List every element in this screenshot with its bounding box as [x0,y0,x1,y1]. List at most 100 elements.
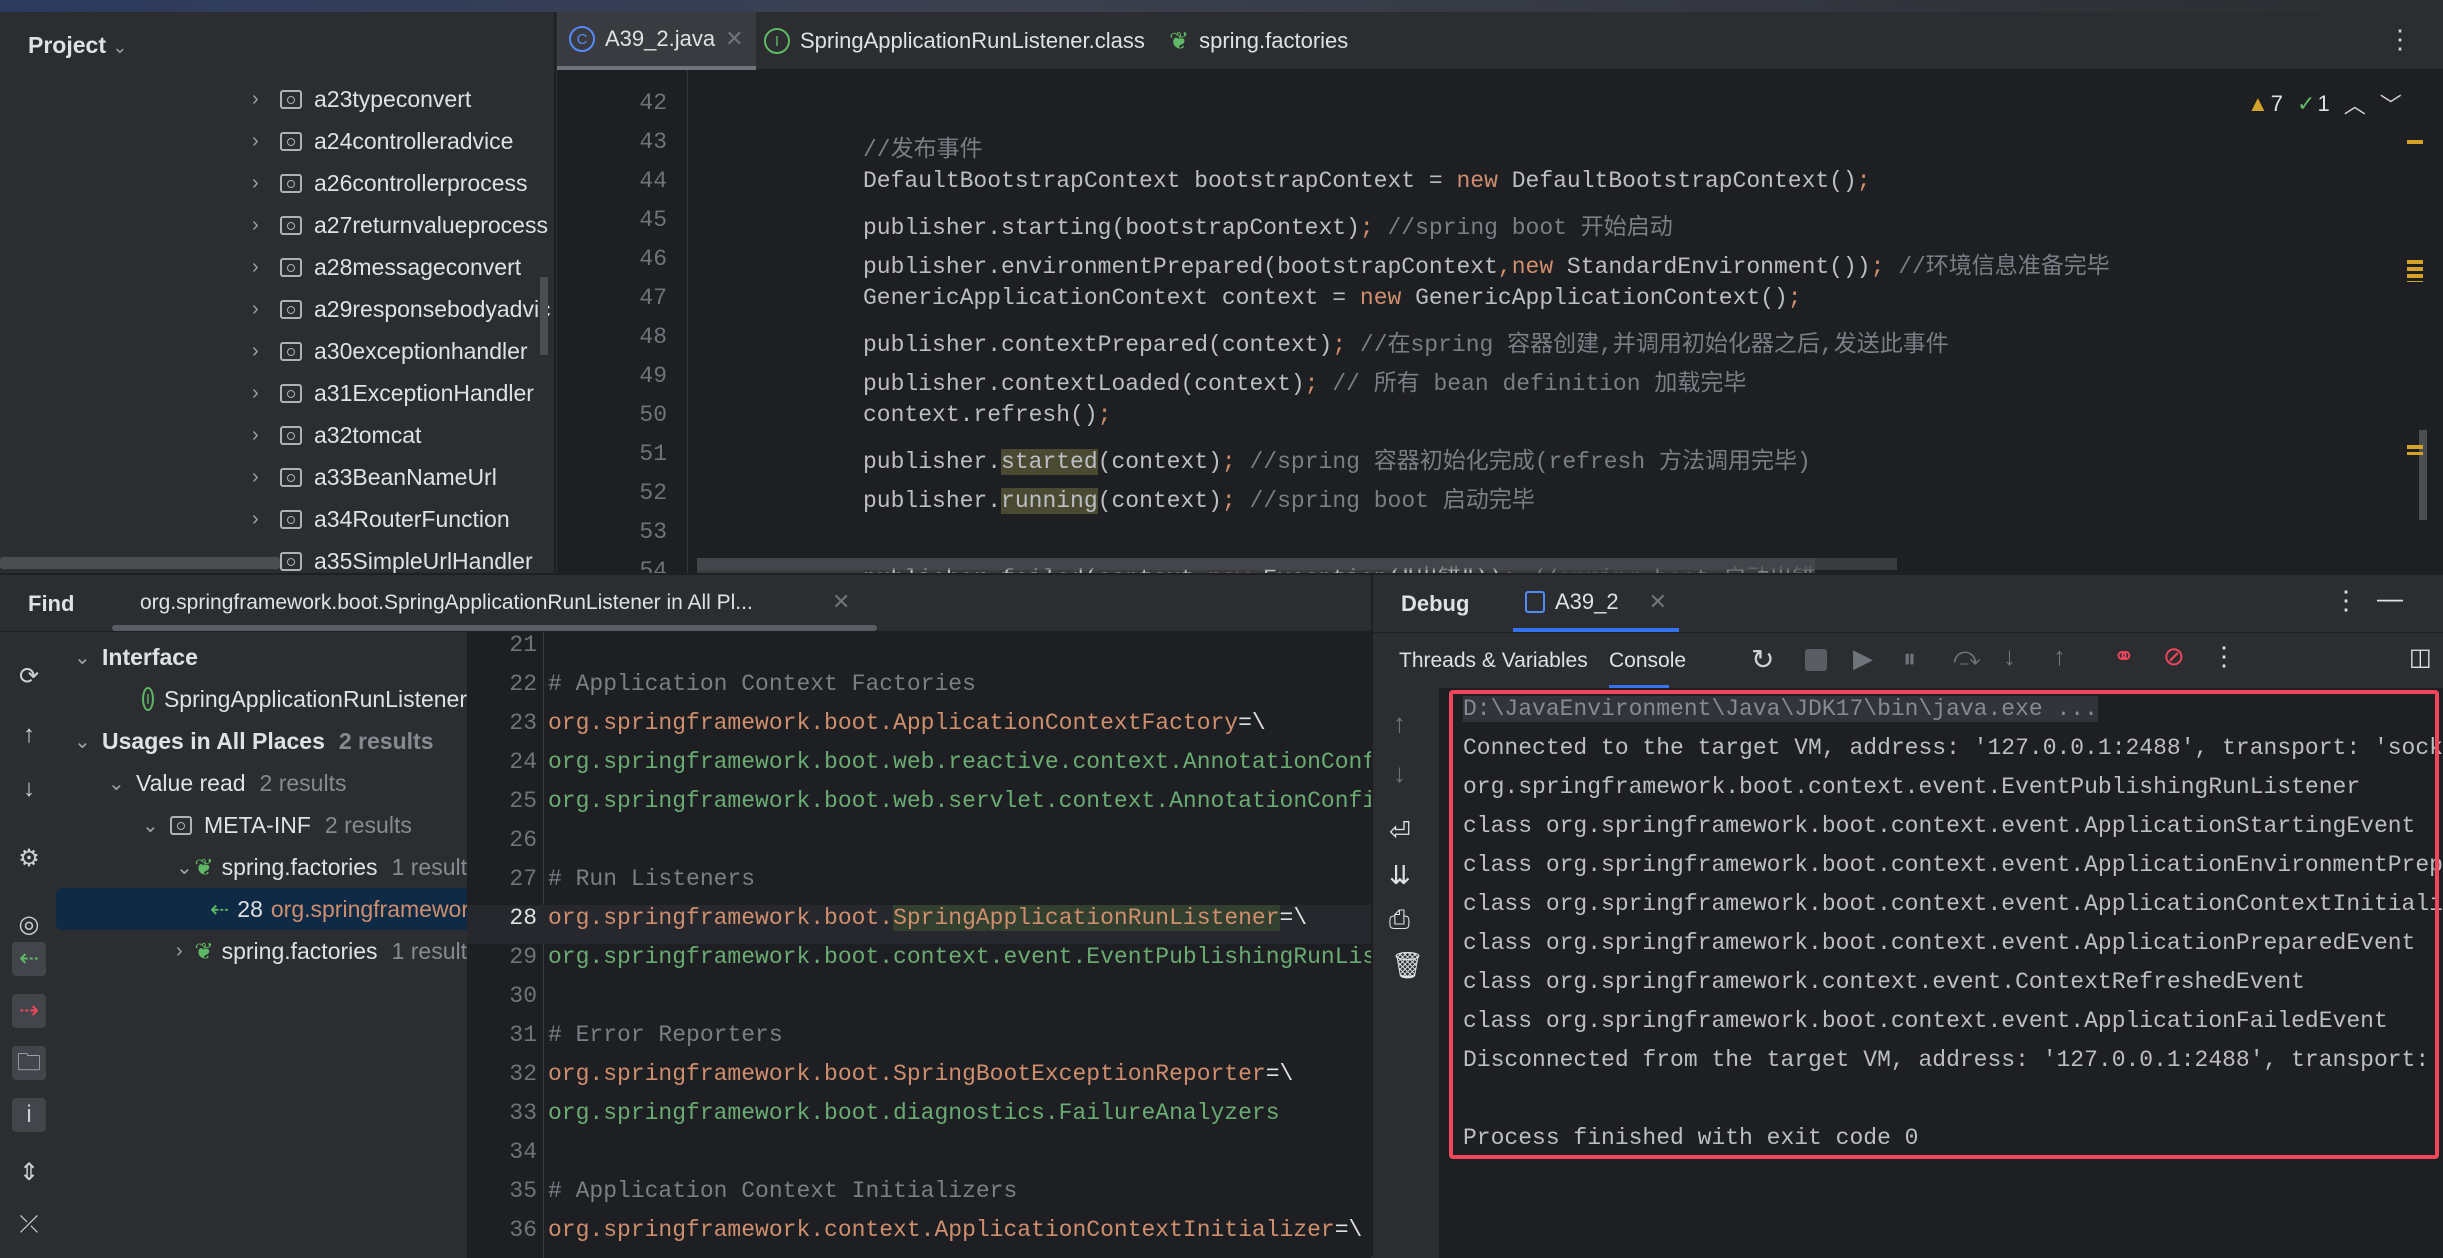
find-tree-item[interactable]: ⌄ META-INF 2 results [142,804,467,846]
chevron-down-icon[interactable]: ⌄ [176,855,194,880]
tree-item[interactable]: › a28messageconvert [252,246,521,288]
line-number: 42 [639,90,667,116]
tree-item[interactable]: › a29responsebodyadvic [252,288,551,330]
project-vscrollbar[interactable] [540,277,548,355]
find-tree-item[interactable]: ⌄ Interface [74,636,467,678]
collapse-all-icon[interactable]: ⤫ [12,1208,46,1242]
step-over-icon[interactable]: ⤼ [1953,641,1981,673]
tree-item[interactable]: › a32tomcat [252,414,421,456]
editor-scrollbar[interactable] [2419,430,2427,520]
find-tree-item[interactable]: › ❦ spring.factories 1 result [176,930,467,972]
next-highlight-icon[interactable]: ﹀ [2380,88,2402,120]
find-tree-item[interactable]: I SpringApplicationRunListener [142,678,467,720]
chevron-right-icon[interactable]: › [252,424,280,447]
debug-session-tab[interactable]: A39_2 ✕ [1513,575,1680,632]
close-icon[interactable]: ✕ [832,589,850,615]
view-breakpoints-icon[interactable]: ⚭ [2113,641,2135,672]
chevron-right-icon[interactable]: › [252,130,280,153]
project-hscrollbar[interactable] [0,557,280,569]
pause-icon[interactable]: ⏸ [1903,643,1916,675]
minimize-icon[interactable]: — [2377,583,2403,614]
tree-item[interactable]: › a27returnvalueprocess [252,204,548,246]
find-tree-item[interactable]: ⌄ ❦ spring.factories 1 result [176,846,467,888]
code-token: org.springframework.boot.diagnostics.Fai… [548,1100,1280,1126]
chevron-right-icon[interactable]: › [252,88,280,111]
chevron-right-icon[interactable]: › [252,340,280,363]
find-tab[interactable]: org.springframework.boot.SpringApplicati… [140,591,753,615]
tree-item[interactable]: › a30exceptionhandler [252,330,528,372]
editor-hscrollbar[interactable] [697,558,1897,570]
code-area[interactable]: 42 43 //发布事件 44 DefaultBootstrapContext boot… [557,70,2443,573]
resume-icon[interactable]: ▶ [1853,643,1873,674]
previous-highlight-icon[interactable]: ︿ [2344,88,2366,120]
step-out-icon[interactable]: ↑ [2053,641,2066,672]
find-tree-item[interactable]: ⌄ Value read 2 results [108,762,467,804]
code-token: publisher.contextLoaded(context) [863,371,1305,397]
code-line: GenericApplicationContext context = new … [863,285,1802,311]
arrow-up-icon[interactable]: ↑ [12,718,46,752]
package-folder-icon [280,467,302,487]
tab-console[interactable]: Console [1609,633,1686,689]
tree-item[interactable]: › a24controlleradvice [252,120,513,162]
stop-icon[interactable] [1805,649,1827,671]
chevron-right-icon[interactable]: › [252,172,280,195]
read-access-icon[interactable]: ⇠ [12,942,46,976]
more-options-icon[interactable]: ⋮ [2211,641,2237,672]
arrow-up-icon[interactable]: ↑ [1393,708,1406,739]
find-tree-item[interactable]: ⌄ Usages in All Places 2 results [74,720,467,762]
print-icon[interactable]: ⎙ [1389,904,1410,936]
chevron-right-icon[interactable]: › [252,256,280,279]
code-token: DefaultBootstrapContext bootstrapContext… [863,168,1457,194]
tab-spring-application-run-listener[interactable]: I SpringApplicationRunListener.class [752,12,1157,70]
check-icon: ✓ [2297,91,2316,116]
spring-icon: ❦ [1169,27,1190,55]
chevron-right-icon[interactable]: › [252,466,280,489]
find-tree-item[interactable]: ⇠ 28 org.springframework.boot.SpringApplic… [56,888,467,930]
tab-threads-variables[interactable]: Threads & Variables [1399,649,1588,673]
tree-item[interactable]: › a26controllerprocess [252,162,528,204]
group-by-directory-icon[interactable]: 🗀 [12,1046,46,1080]
arrow-down-icon[interactable]: ↓ [12,772,46,806]
package-folder-icon [280,299,302,319]
arrow-down-icon[interactable]: ↓ [1393,758,1406,789]
tab-spring-factories[interactable]: ❦ spring.factories [1157,12,1360,70]
soft-wrap-icon[interactable]: ⏎ [1389,816,1411,847]
chevron-down-icon[interactable]: ⌄ [142,813,170,838]
chevron-down-icon[interactable]: ⌄ [74,729,102,754]
chevron-down-icon[interactable]: ⌄ [74,645,102,670]
scroll-to-end-icon[interactable]: ⇊ [1389,860,1411,891]
chevron-right-icon[interactable]: › [176,940,194,963]
chevron-right-icon[interactable]: › [252,298,280,321]
tree-item[interactable]: › a33BeanNameUrl [252,456,497,498]
settings-icon[interactable]: ⚙ [12,842,46,876]
inspection-widget[interactable]: ▲ 7 ✓ 1 ︿ ﹀ [2247,88,2402,120]
write-access-icon[interactable]: ⇢ [12,994,46,1028]
close-icon[interactable]: ✕ [1649,589,1667,615]
chevron-right-icon[interactable]: › [252,382,280,405]
more-options-icon[interactable]: ⋮ [2387,24,2413,55]
chevron-right-icon[interactable]: › [252,508,280,531]
find-preview[interactable]: 21 22 # Application Context Factories 23 org… [467,632,1371,1258]
tree-item[interactable]: › a31ExceptionHandler [252,372,534,414]
layout-icon[interactable]: ◫ [2409,643,2432,672]
chevron-right-icon[interactable]: › [252,214,280,237]
close-icon[interactable]: ✕ [725,26,743,52]
mute-breakpoints-icon[interactable]: ⊘ [2163,641,2185,672]
project-view-selector[interactable]: Project ⌄ [28,32,127,59]
info-icon[interactable]: i [12,1098,46,1132]
tab-a39-2-java[interactable]: C A39_2.java ✕ [557,12,756,70]
expand-all-icon[interactable]: ⇕ [12,1156,46,1190]
find-tab-scrollbar[interactable] [112,625,877,631]
tree-item[interactable]: › a23typeconvert [252,78,471,120]
tree-item[interactable]: › a34RouterFunction [252,498,510,540]
preview-icon[interactable]: ◎ [12,908,46,942]
code-token: ; [1221,488,1236,514]
chevron-down-icon[interactable]: ⌄ [108,771,136,796]
rerun-icon[interactable]: ⟳ [12,660,46,694]
more-options-icon[interactable]: ⋮ [2333,585,2359,616]
clear-all-icon[interactable]: 🗑 [1391,950,1424,981]
tree-item-label: a33BeanNameUrl [314,463,497,490]
step-into-icon[interactable]: ↓ [2003,641,2016,672]
project-panel: Project ⌄ › a23typeconvert › a24controllera… [0,12,556,574]
rerun-icon[interactable]: ↻ [1751,643,1774,676]
